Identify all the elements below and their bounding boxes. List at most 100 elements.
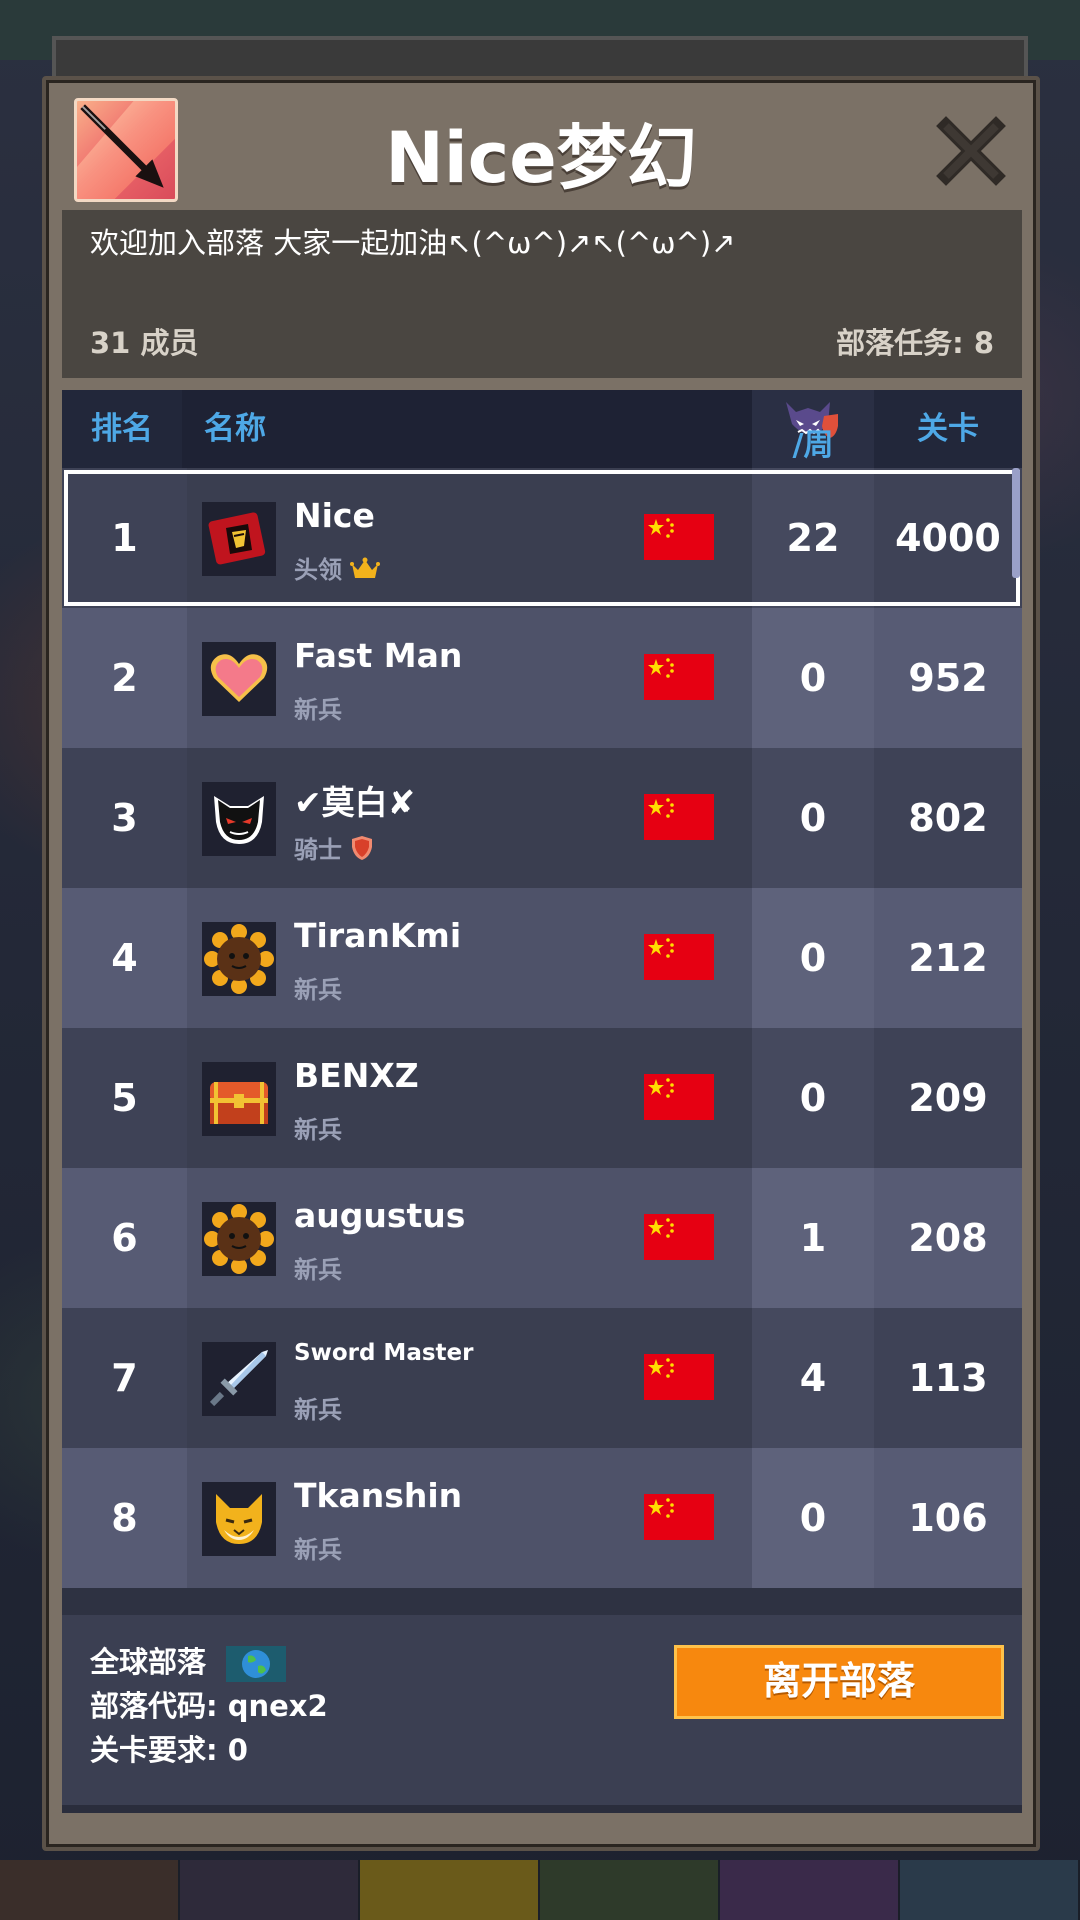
clan-badge-icon (74, 98, 178, 202)
level-cell: 4000 (874, 468, 1022, 608)
global-clan-label: 全球部落 (90, 1645, 207, 1679)
crown-icon (350, 556, 380, 586)
china-flag-icon (644, 934, 714, 980)
china-flag-icon (644, 654, 714, 700)
fox-face-icon (202, 1482, 276, 1556)
level-cell: 802 (874, 748, 1022, 888)
rank-cell: 4 (62, 888, 187, 1028)
column-header-name[interactable]: 名称 (182, 390, 742, 468)
rank-cell: 2 (62, 608, 187, 748)
weekly-cell: 0 (752, 1448, 874, 1588)
weekly-cell: 4 (752, 1308, 874, 1448)
china-flag-icon (644, 514, 714, 560)
player-name: Nice (294, 496, 375, 535)
close-button[interactable] (936, 116, 1006, 186)
shield-icon (350, 835, 374, 867)
clan-code: 部落代码: qnex2 (90, 1689, 328, 1723)
rank-cell: 7 (62, 1308, 187, 1448)
weekly-cell: 22 (752, 468, 874, 608)
table-row[interactable]: 2 Fast Man 新兵 0 952 (62, 608, 1022, 748)
table-header: 排名 名称 /周 关卡 (62, 390, 1022, 468)
member-rows: 1 Nice 头领 22 4000 2 Fast Man 新兵 0 952 3 ✔莫白✘ 骑士 0 802 4… (62, 468, 1022, 1588)
player-name: Tkanshin (294, 1476, 463, 1515)
player-role-label: 新兵 (294, 1396, 342, 1424)
player-role-label: 新兵 (294, 1536, 342, 1564)
background-bottom-nav (0, 1860, 1080, 1920)
heart-icon (202, 642, 276, 716)
weekly-cell: 0 (752, 608, 874, 748)
player-name: ✔莫白✘ (294, 783, 416, 822)
player-role-label: 骑士 (294, 836, 342, 864)
rank-cell: 5 (62, 1028, 187, 1168)
table-row[interactable]: 5 BENXZ 新兵 0 209 (62, 1028, 1022, 1168)
player-role: 新兵 (294, 1390, 342, 1425)
clan-footer: 全球部落 部落代码: qnex2 关卡要求: 0 离开部落 (62, 1615, 1022, 1805)
sunflower-icon (202, 1202, 276, 1276)
player-name: Sword Master (294, 1340, 474, 1366)
modal-header: Nice梦幻 (46, 80, 1036, 210)
player-name: BENXZ (294, 1056, 419, 1095)
level-cell: 106 (874, 1448, 1022, 1588)
column-header-weekly[interactable]: /周 (752, 390, 874, 468)
china-flag-icon (644, 1214, 714, 1260)
player-role: 新兵 (294, 1250, 342, 1285)
player-role-label: 新兵 (294, 976, 342, 1004)
member-count: 31 成员 (90, 326, 199, 360)
weekly-cell: 0 (752, 888, 874, 1028)
player-role-label: 新兵 (294, 1116, 342, 1144)
level-cell: 208 (874, 1168, 1022, 1308)
player-role-label: 新兵 (294, 696, 342, 724)
treasure-chest-icon (202, 1062, 276, 1136)
china-flag-icon (644, 1074, 714, 1120)
player-name: Fast Man (294, 636, 463, 675)
player-role: 头领 (294, 550, 380, 586)
table-row[interactable]: 6 augustus 新兵 1 208 (62, 1168, 1022, 1308)
level-cell: 952 (874, 608, 1022, 748)
table-row[interactable]: 1 Nice 头领 22 4000 (62, 468, 1022, 608)
sunflower-icon (202, 922, 276, 996)
footer-bottom-edge (62, 1805, 1022, 1813)
clan-title: Nice梦幻 (385, 117, 697, 199)
player-role: 新兵 (294, 1530, 342, 1565)
level-cell: 209 (874, 1028, 1022, 1168)
weekly-cell: 0 (752, 1028, 874, 1168)
table-row[interactable]: 8 Tkanshin 新兵 0 106 (62, 1448, 1022, 1588)
rank-cell: 6 (62, 1168, 187, 1308)
player-name: TiranKmi (294, 916, 462, 955)
close-icon (936, 116, 1006, 186)
rank-cell: 1 (62, 468, 187, 608)
rank-cell: 8 (62, 1448, 187, 1588)
clan-info-modal: Nice梦幻 欢迎加入部落 大家一起加油↖(^ω^)↗↖(^ω^)↗ 31 成员… (42, 76, 1040, 1851)
player-role: 新兵 (294, 1110, 342, 1145)
level-cell: 212 (874, 888, 1022, 1028)
scrollbar[interactable] (1012, 468, 1020, 578)
member-table: 排名 名称 /周 关卡 1 Nice 头领 22 4000 2 Fast Man 新兵 0 952… (62, 390, 1022, 1813)
leave-clan-button[interactable]: 离开部落 (674, 1645, 1004, 1719)
global-clan-line: 全球部落 (90, 1639, 287, 1682)
column-header-level[interactable]: 关卡 (874, 390, 1022, 468)
weekly-cell: 1 (752, 1168, 874, 1308)
globe-icon (226, 1646, 287, 1682)
rank-cell: 3 (62, 748, 187, 888)
player-role-label: 头领 (294, 556, 342, 584)
china-flag-icon (644, 1354, 714, 1400)
cat-face-icon (202, 782, 276, 856)
player-role-label: 新兵 (294, 1256, 342, 1284)
clan-motto: 欢迎加入部落 大家一起加油↖(^ω^)↗↖(^ω^)↗ (90, 226, 736, 260)
level-cell: 113 (874, 1308, 1022, 1448)
china-flag-icon (644, 1494, 714, 1540)
clan-tasks: 部落任务: 8 (836, 326, 994, 360)
player-role: 新兵 (294, 970, 342, 1005)
table-row[interactable]: 3 ✔莫白✘ 骑士 0 802 (62, 748, 1022, 888)
table-row[interactable]: 7 Sword Master 新兵 4 113 (62, 1308, 1022, 1448)
clan-info-box: 欢迎加入部落 大家一起加油↖(^ω^)↗↖(^ω^)↗ 31 成员 部落任务: … (62, 210, 1022, 378)
clan-emblem-icon (202, 502, 276, 576)
sword-icon (202, 1342, 276, 1416)
china-flag-icon (644, 794, 714, 840)
table-row[interactable]: 4 TiranKmi 新兵 0 212 (62, 888, 1022, 1028)
player-role: 新兵 (294, 690, 342, 725)
column-header-rank[interactable]: 排名 (62, 390, 182, 468)
player-name: augustus (294, 1196, 466, 1235)
player-role: 骑士 (294, 830, 374, 867)
level-requirement: 关卡要求: 0 (90, 1733, 248, 1767)
